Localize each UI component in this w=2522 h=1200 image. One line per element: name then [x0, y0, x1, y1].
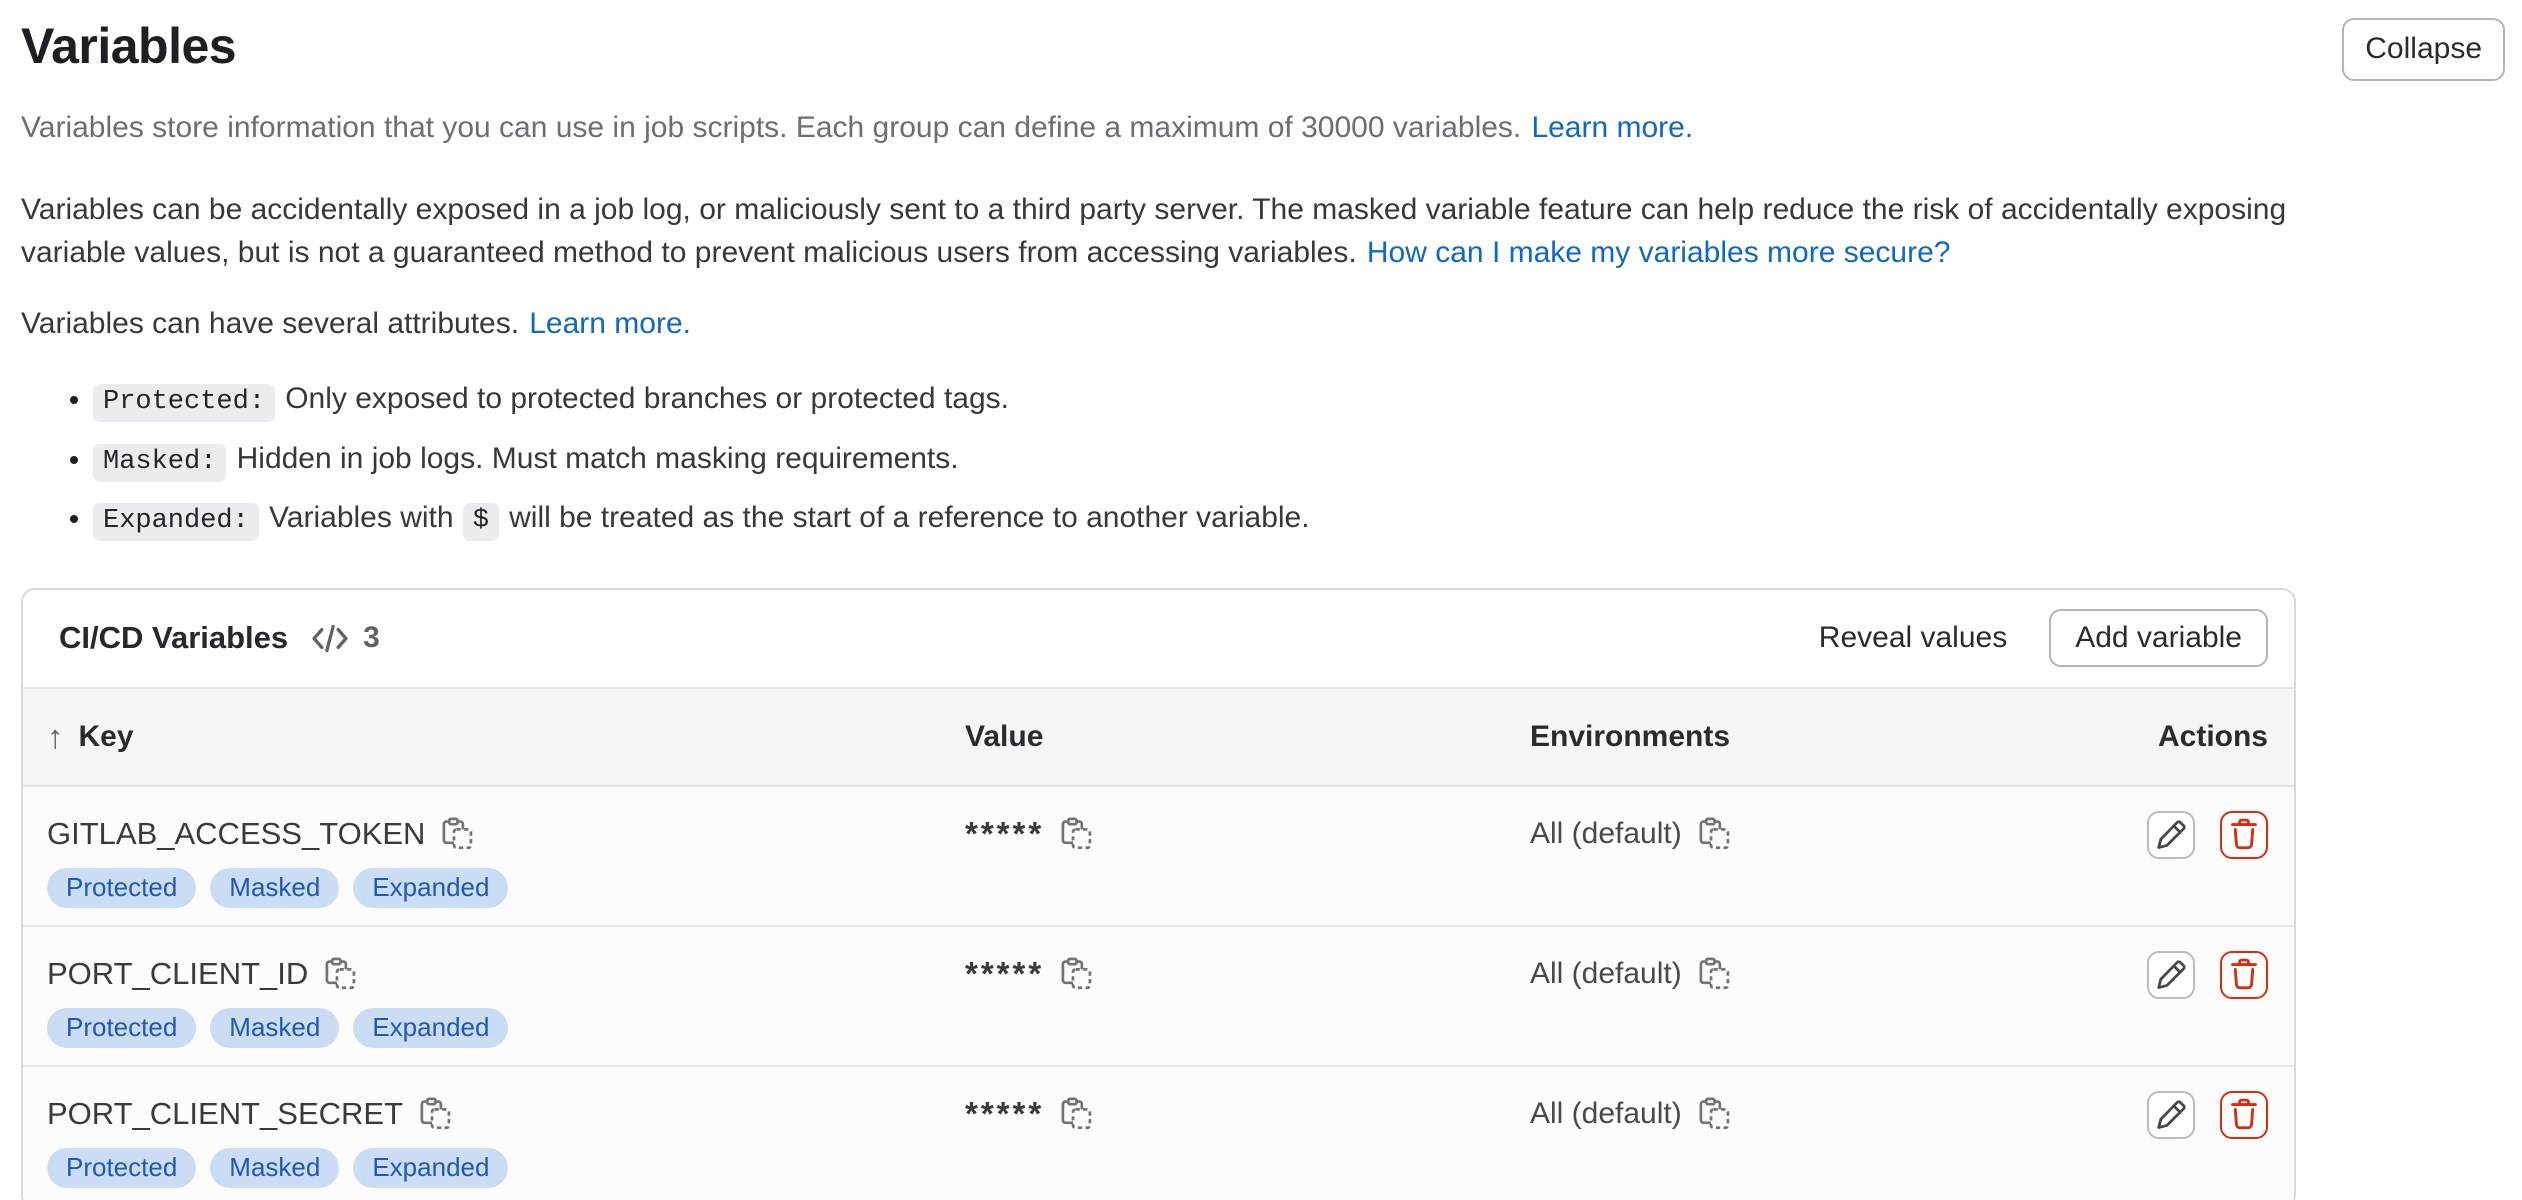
column-header-value: Value: [965, 720, 1530, 754]
table-row: PORT_CLIENT_SECRET Protected Masked Expa…: [23, 1067, 2294, 1200]
copy-environment-button[interactable]: [1698, 817, 1731, 850]
variable-key: PORT_CLIENT_ID: [47, 956, 308, 992]
copy-key-button[interactable]: [419, 1097, 452, 1130]
column-header-key[interactable]: ↑ Key: [47, 720, 965, 754]
copy-key-button[interactable]: [324, 957, 357, 990]
badge-protected: Protected: [47, 1008, 196, 1048]
delete-variable-button[interactable]: [2220, 811, 2268, 859]
variables-count: 3: [363, 621, 380, 655]
key-column-label: Key: [79, 720, 134, 754]
badge-masked: Masked: [210, 1148, 339, 1188]
badge-expanded: Expanded: [353, 1148, 508, 1188]
copy-environment-button[interactable]: [1698, 1097, 1731, 1130]
expanded-description-before: Variables with: [269, 501, 454, 534]
attributes-text: Variables can have several attributes.: [21, 307, 519, 340]
column-header-environments: Environments: [1530, 720, 2068, 754]
warning-paragraph: Variables can be accidentally exposed in…: [21, 189, 2316, 275]
protected-code: Protected:: [93, 384, 275, 422]
table-row: GITLAB_ACCESS_TOKEN Protected Masked Exp…: [23, 787, 2294, 927]
protected-description: Only exposed to protected branches or pr…: [285, 382, 1009, 415]
environments-cell: All (default): [1530, 811, 2068, 857]
environment-scope: All (default): [1530, 957, 1682, 991]
pencil-icon: [2154, 958, 2188, 992]
copy-environment-button[interactable]: [1698, 957, 1731, 990]
secure-variables-link[interactable]: How can I make my variables more secure?: [1367, 236, 1951, 269]
collapse-button[interactable]: Collapse: [2342, 18, 2505, 81]
attributes-list: Protected: Only exposed to protected bran…: [21, 376, 2505, 542]
variable-key: GITLAB_ACCESS_TOKEN: [47, 816, 425, 852]
edit-variable-button[interactable]: [2147, 951, 2195, 999]
environments-cell: All (default): [1530, 951, 2068, 997]
pencil-icon: [2154, 818, 2188, 852]
badge-expanded: Expanded: [353, 868, 508, 908]
actions-cell: [2147, 1091, 2268, 1139]
badge-masked: Masked: [210, 868, 339, 908]
value-cell: *****: [965, 811, 1530, 857]
edit-variable-button[interactable]: [2147, 811, 2195, 859]
attributes-learn-more-link[interactable]: Learn more.: [529, 307, 691, 340]
key-cell: GITLAB_ACCESS_TOKEN Protected Masked Exp…: [47, 811, 965, 908]
list-item-masked: Masked: Hidden in job logs. Must match ma…: [93, 436, 2505, 483]
delete-variable-button[interactable]: [2220, 1091, 2268, 1139]
ci-cd-variables-panel: CI/CD Variables 3 Reveal values Add vari…: [21, 588, 2296, 1200]
dollar-code: $: [463, 503, 499, 541]
actions-cell: [2147, 811, 2268, 859]
badge-protected: Protected: [47, 1148, 196, 1188]
panel-header: CI/CD Variables 3 Reveal values Add vari…: [23, 590, 2294, 687]
badge-list: Protected Masked Expanded: [47, 1008, 965, 1048]
copy-value-button[interactable]: [1060, 957, 1093, 990]
edit-variable-button[interactable]: [2147, 1091, 2195, 1139]
list-item-protected: Protected: Only exposed to protected bran…: [93, 376, 2505, 423]
table-row: PORT_CLIENT_ID Protected Masked Expanded: [23, 927, 2294, 1067]
copy-value-button[interactable]: [1060, 817, 1093, 850]
badge-protected: Protected: [47, 868, 196, 908]
environments-cell: All (default): [1530, 1091, 2068, 1137]
trash-icon: [2227, 1098, 2261, 1132]
badge-masked: Masked: [210, 1008, 339, 1048]
actions-cell: [2147, 951, 2268, 999]
variable-key: PORT_CLIENT_SECRET: [47, 1096, 403, 1132]
trash-icon: [2227, 958, 2261, 992]
masked-value: *****: [965, 955, 1044, 993]
column-header-actions: Actions: [2158, 720, 2268, 754]
code-icon: [310, 623, 350, 654]
add-variable-button[interactable]: Add variable: [2049, 609, 2268, 668]
masked-value: *****: [965, 1095, 1044, 1133]
key-cell: PORT_CLIENT_SECRET Protected Masked Expa…: [47, 1091, 965, 1188]
intro-paragraph: Variables store information that you can…: [21, 107, 2505, 150]
environment-scope: All (default): [1530, 1097, 1682, 1131]
pencil-icon: [2154, 1098, 2188, 1132]
copy-value-button[interactable]: [1060, 1097, 1093, 1130]
reveal-values-button[interactable]: Reveal values: [1819, 611, 2007, 665]
heading-row: Variables Collapse: [21, 18, 2505, 81]
learn-more-link[interactable]: Learn more.: [1531, 111, 1693, 144]
masked-description: Hidden in job logs. Must match masking r…: [237, 442, 959, 475]
masked-code: Masked:: [93, 444, 226, 482]
intro-text: Variables store information that you can…: [21, 111, 1521, 144]
trash-icon: [2227, 818, 2261, 852]
sort-ascending-icon: ↑: [47, 720, 64, 753]
badge-list: Protected Masked Expanded: [47, 868, 965, 908]
key-cell: PORT_CLIENT_ID Protected Masked Expanded: [47, 951, 965, 1048]
environment-scope: All (default): [1530, 817, 1682, 851]
delete-variable-button[interactable]: [2220, 951, 2268, 999]
expanded-code: Expanded:: [93, 503, 259, 541]
value-cell: *****: [965, 1091, 1530, 1137]
badge-list: Protected Masked Expanded: [47, 1148, 965, 1188]
badge-expanded: Expanded: [353, 1008, 508, 1048]
page-title: Variables: [21, 18, 236, 76]
attributes-paragraph: Variables can have several attributes. Le…: [21, 303, 2505, 346]
masked-value: *****: [965, 815, 1044, 853]
expanded-description-after: will be treated as the start of a refere…: [509, 501, 1309, 534]
table-header: ↑ Key Value Environments Actions: [23, 687, 2294, 787]
variables-settings-page: Variables Collapse Variables store infor…: [0, 0, 2522, 1200]
panel-title: CI/CD Variables: [59, 620, 288, 656]
value-cell: *****: [965, 951, 1530, 997]
copy-key-button[interactable]: [441, 817, 474, 850]
list-item-expanded: Expanded: Variables with $ will be treated …: [93, 495, 2505, 542]
